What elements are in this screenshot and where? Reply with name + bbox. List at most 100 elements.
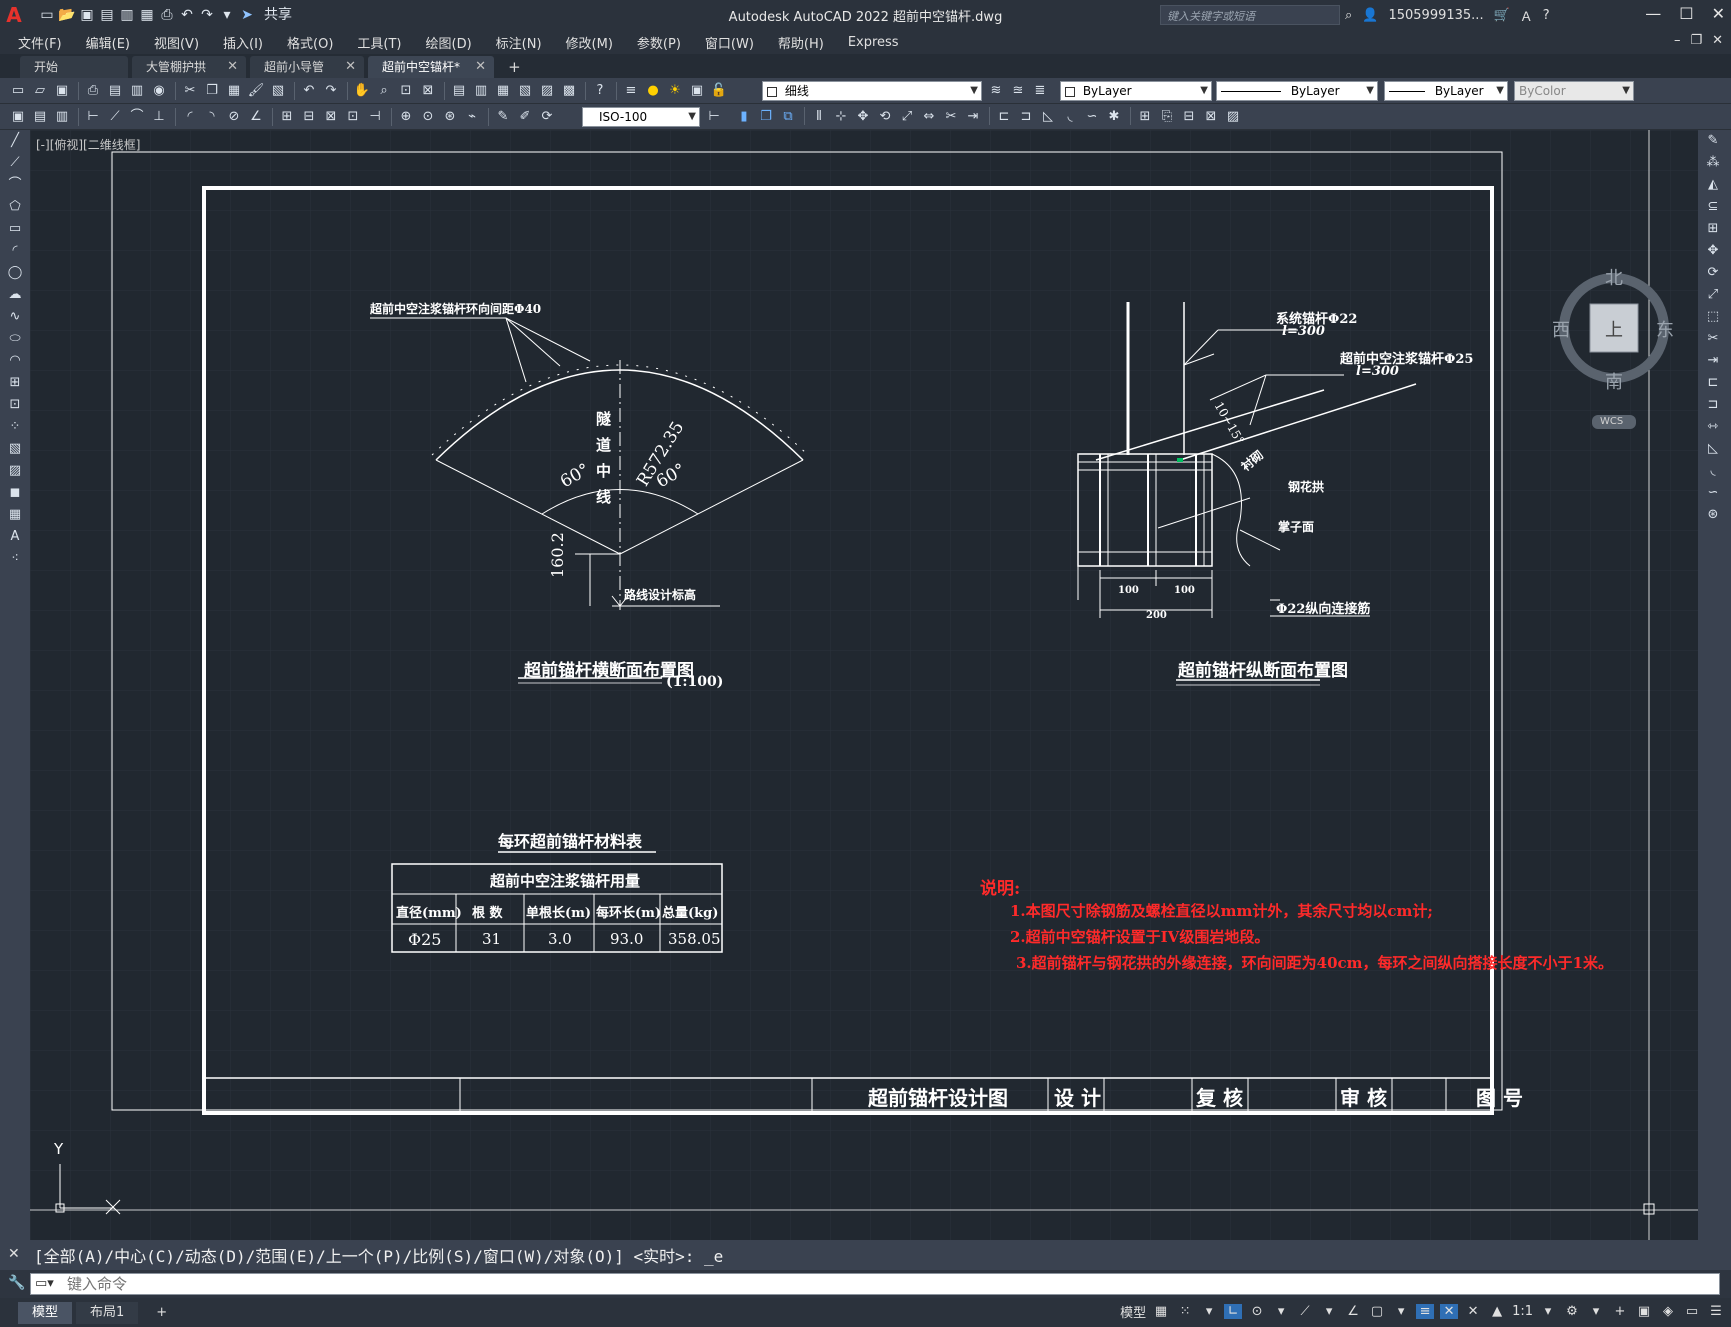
compass-east[interactable]: 东 — [1656, 316, 1674, 342]
chevron-down-icon[interactable]: ▾ — [1320, 1304, 1338, 1319]
ellipse-arc-icon[interactable]: ◠ — [0, 350, 30, 372]
plotstyle-dropdown[interactable]: ByColor ▼ — [1514, 81, 1634, 101]
menu-express[interactable]: Express — [848, 35, 899, 50]
qat-dropdown-icon[interactable]: ▾ — [218, 6, 236, 24]
menu-tools[interactable]: 工具(T) — [357, 33, 401, 52]
gear-icon[interactable]: ⚙ — [1563, 1304, 1581, 1319]
menu-draw[interactable]: 绘图(D) — [426, 33, 472, 52]
chevron-down-icon[interactable]: ▾ — [1587, 1304, 1605, 1319]
close-command-icon[interactable]: ✕ — [8, 1246, 20, 1262]
extend-icon[interactable]: ⇥ — [963, 107, 983, 127]
chevron-down-icon[interactable]: ▾ — [1272, 1304, 1290, 1319]
chevron-down-icon[interactable]: ▾ — [1200, 1304, 1218, 1319]
ellipse-icon[interactable]: ⬭ — [0, 328, 30, 350]
open-web-icon[interactable]: ▥ — [118, 6, 136, 24]
layout-tab-model[interactable]: 模型 — [18, 1301, 73, 1324]
share-label[interactable]: 共享 — [264, 6, 292, 24]
dim-break-icon[interactable]: ⊣ — [365, 107, 385, 127]
wcs-label[interactable]: WCS — [1600, 416, 1623, 427]
new-icon[interactable]: ▭ — [8, 81, 28, 101]
offset-icon[interactable]: ⊆ — [1698, 196, 1728, 218]
block-editor-icon[interactable]: ▧ — [268, 81, 288, 101]
continue-dim-icon[interactable]: ⊠ — [321, 107, 341, 127]
plus-icon[interactable]: + — [1611, 1304, 1629, 1319]
mtext-icon[interactable]: A — [0, 526, 30, 548]
doc-restore-icon[interactable]: ❐ — [1690, 33, 1702, 48]
annotation-scale-icon[interactable]: ▲ — [1488, 1304, 1506, 1319]
scale-value[interactable]: 1:1 — [1512, 1304, 1533, 1319]
annotation-visibility-icon[interactable]: ✕ — [1440, 1304, 1459, 1319]
object-snap-icon[interactable]: ▢ — [1368, 1304, 1386, 1319]
menu-file[interactable]: 文件(F) — [18, 33, 62, 52]
extend-icon[interactable]: ⇥ — [1698, 350, 1728, 372]
layer-dropdown[interactable]: 细线 ▼ — [762, 81, 982, 101]
polar-icon[interactable]: ⊙ — [1248, 1304, 1266, 1319]
gradient-icon[interactable]: ▨ — [0, 460, 30, 482]
linear-dim-icon[interactable]: ⊢ — [83, 107, 103, 127]
array-icon[interactable]: ⊞ — [1698, 218, 1728, 240]
workspace-icon[interactable]: ▣ — [8, 107, 28, 127]
isodraft-icon[interactable]: ⟋ — [1296, 1304, 1314, 1319]
close-tab-icon[interactable]: ✕ — [475, 56, 486, 78]
new-icon[interactable]: ▭ — [38, 6, 56, 24]
doc-close-icon[interactable]: ✕ — [1712, 33, 1723, 48]
hatch-icon[interactable]: ▧ — [0, 438, 30, 460]
workspace-list-icon[interactable]: ▥ — [52, 107, 72, 127]
mirror-icon[interactable]: ⧉ — [778, 107, 798, 127]
angular-dim-icon[interactable]: ∠ — [246, 107, 266, 127]
arc-icon[interactable]: ◜ — [0, 240, 30, 262]
compass-south[interactable]: 南 — [1605, 368, 1623, 394]
save-as-icon[interactable]: ▤ — [98, 6, 116, 24]
menu-parametric[interactable]: 参数(P) — [637, 33, 681, 52]
add-layout-button[interactable]: + — [142, 1302, 181, 1324]
zoom-realtime-icon[interactable]: ⌕ — [374, 81, 394, 101]
lineweight-icon[interactable]: ≡ — [1416, 1304, 1435, 1319]
snap-icon[interactable]: ⁙ — [1176, 1304, 1194, 1319]
redo-icon[interactable]: ↷ — [321, 81, 341, 101]
color-dropdown[interactable]: ByLayer ▼ — [1060, 81, 1212, 101]
point-icon[interactable]: ⁘ — [0, 416, 30, 438]
sheet-set-icon[interactable]: ▧ — [515, 81, 535, 101]
layer-manager-icon[interactable]: ≡ — [621, 81, 641, 101]
paste-icon[interactable]: ▦ — [224, 81, 244, 101]
app-logo[interactable]: A — [0, 0, 28, 30]
arc-length-icon[interactable]: ⌒ — [127, 107, 147, 127]
new-tab-button[interactable]: + — [498, 56, 531, 78]
jogged-linear-icon[interactable]: ⌁ — [462, 107, 482, 127]
user-icon[interactable]: 👤 — [1362, 8, 1378, 23]
minimize-icon[interactable]: — — [1645, 4, 1661, 23]
menu-edit[interactable]: 编辑(E) — [86, 33, 130, 52]
viewport-controls-label[interactable]: [-][俯视][二维线框] — [36, 136, 140, 153]
ordinate-dim-icon[interactable]: ⊥ — [149, 107, 169, 127]
share-icon[interactable]: ➤ — [238, 6, 256, 24]
move-icon[interactable]: ✥ — [1698, 240, 1728, 262]
ortho-icon[interactable]: ∟ — [1224, 1304, 1243, 1319]
add-selected-icon[interactable]: ⁖ — [0, 548, 30, 570]
close-tab-icon[interactable]: ✕ — [227, 56, 238, 78]
rotate-icon[interactable]: ⟲ — [875, 107, 895, 127]
plot-icon[interactable]: ⎙ — [158, 6, 176, 24]
dim-update-icon[interactable]: ⟳ — [537, 107, 557, 127]
dim-text-edit-icon[interactable]: ✐ — [515, 107, 535, 127]
menu-insert[interactable]: 插入(I) — [223, 33, 263, 52]
adjust-icon[interactable]: ⊠ — [1201, 107, 1221, 127]
insert-block-icon[interactable]: ⊞ — [1135, 107, 1155, 127]
hardware-acceleration-icon[interactable]: ▣ — [1635, 1304, 1653, 1319]
tolerance-icon[interactable]: ⊕ — [396, 107, 416, 127]
array-icon[interactable]: ⊹ — [831, 107, 851, 127]
rotate-icon[interactable]: ⟳ — [1698, 262, 1728, 284]
command-input[interactable] — [31, 1274, 1719, 1294]
trim-icon[interactable]: ✂ — [941, 107, 961, 127]
model-space-canvas[interactable]: [-][俯视][二维线框] 超前中空注浆锚杆环向间距Φ40 隧 道 中 线 60… — [30, 130, 1698, 1240]
dimstyle-manager-icon[interactable]: ⊢ — [704, 107, 724, 127]
design-center-icon[interactable]: ▥ — [471, 81, 491, 101]
tool-palettes-icon[interactable]: ▦ — [493, 81, 513, 101]
xline-icon[interactable]: ⟋ — [0, 152, 30, 174]
customization-icon[interactable]: ☰ — [1707, 1304, 1725, 1319]
center-mark-icon[interactable]: ⊙ — [418, 107, 438, 127]
fillet-icon[interactable]: ◟ — [1060, 107, 1080, 127]
close-icon[interactable]: ✕ — [1712, 4, 1725, 23]
region-icon[interactable]: ◼ — [0, 482, 30, 504]
model-space-label[interactable]: 模型 — [1120, 1302, 1146, 1321]
scale-icon[interactable]: ⤢ — [1698, 284, 1728, 306]
